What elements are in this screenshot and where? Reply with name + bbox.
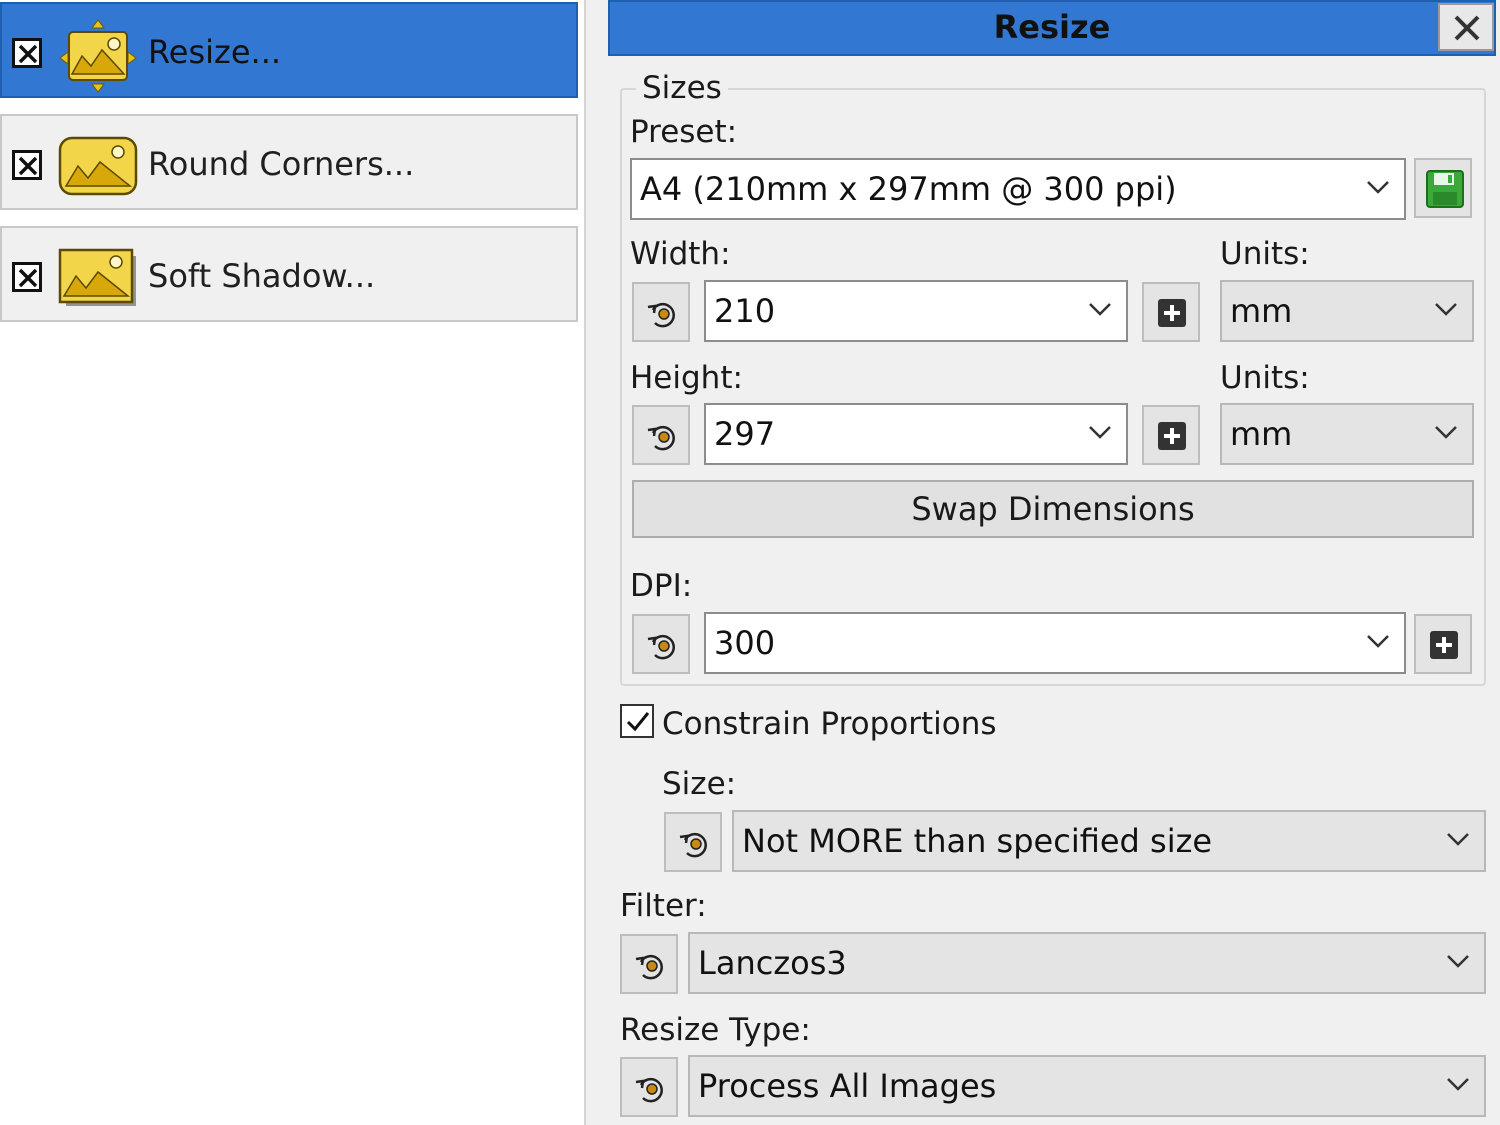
reset-height-button[interactable] (632, 405, 690, 465)
chevron-down-icon (1447, 1078, 1469, 1091)
resize-type-label: Resize Type: (620, 1012, 811, 1048)
height-add-button[interactable] (1142, 405, 1200, 465)
dpi-add-button[interactable] (1414, 614, 1472, 674)
close-icon (1454, 15, 1480, 41)
action-label: Round Corners... (148, 145, 415, 183)
filter-dropdown[interactable]: Lanczos3 (688, 932, 1486, 994)
resize-image-icon (58, 19, 138, 93)
reset-size-button[interactable] (664, 812, 722, 872)
chevron-down-icon (1089, 303, 1111, 316)
action-label: Soft Shadow... (148, 257, 376, 295)
size-mode-dropdown[interactable]: Not MORE than specified size (732, 810, 1486, 872)
reset-icon (647, 425, 675, 451)
action-enabled-checkbox[interactable] (12, 38, 42, 68)
width-units-value: mm (1230, 292, 1293, 330)
action-enabled-checkbox[interactable] (12, 150, 42, 180)
dpi-value: 300 (714, 624, 776, 662)
preset-dropdown[interactable]: A4 (210mm x 297mm @ 300 ppi) (630, 158, 1406, 220)
chevron-down-icon (1435, 426, 1457, 439)
height-units-label: Units: (1220, 360, 1310, 396)
resize-type-value: Process All Images (698, 1067, 997, 1105)
panel-title: Resize (993, 8, 1111, 46)
chevron-down-icon (1089, 426, 1111, 439)
size-mode-value: Not MORE than specified size (742, 822, 1213, 860)
chevron-down-icon (1435, 303, 1457, 316)
action-enabled-checkbox[interactable] (12, 262, 42, 292)
filter-value: Lanczos3 (698, 944, 847, 982)
filter-label: Filter: (620, 888, 707, 924)
action-item-resize[interactable]: Resize... (0, 2, 578, 98)
reset-icon (647, 302, 675, 328)
reset-resize-type-button[interactable] (620, 1057, 678, 1117)
swap-dimensions-label: Swap Dimensions (911, 490, 1195, 528)
panel-splitter[interactable] (584, 0, 604, 1125)
save-icon (1426, 170, 1464, 208)
action-item-round-corners[interactable]: Round Corners... (0, 114, 578, 210)
width-value: 210 (714, 292, 776, 330)
chevron-down-icon (1447, 833, 1469, 846)
height-value: 297 (714, 415, 776, 453)
reset-width-button[interactable] (632, 282, 690, 342)
plus-icon (1158, 299, 1186, 327)
chevron-down-icon (1367, 635, 1389, 648)
resize-type-dropdown[interactable]: Process All Images (688, 1055, 1486, 1117)
reset-icon (679, 832, 707, 858)
round-corners-image-icon (58, 136, 138, 196)
height-units-value: mm (1230, 415, 1293, 453)
reset-icon (647, 634, 675, 660)
chevron-down-icon (1367, 181, 1389, 194)
close-button[interactable] (1438, 3, 1494, 51)
soft-shadow-image-icon (58, 248, 138, 306)
constrain-proportions-checkbox[interactable] (620, 704, 654, 738)
width-add-button[interactable] (1142, 282, 1200, 342)
sizes-group-title: Sizes (636, 68, 728, 108)
height-units-dropdown[interactable]: mm (1220, 403, 1474, 465)
height-input[interactable]: 297 (704, 403, 1128, 465)
height-label: Height: (630, 360, 743, 396)
preset-label: Preset: (630, 114, 738, 150)
width-units-label: Units: (1220, 236, 1310, 272)
width-units-dropdown[interactable]: mm (1220, 280, 1474, 342)
dpi-input[interactable]: 300 (704, 612, 1406, 674)
chevron-down-icon (1447, 955, 1469, 968)
action-list: Resize... Round Corners... Soft Shadow..… (0, 0, 584, 1125)
action-label: Resize... (148, 33, 282, 71)
reset-icon (635, 1077, 663, 1103)
plus-icon (1158, 422, 1186, 450)
save-preset-button[interactable] (1414, 158, 1472, 218)
action-item-soft-shadow[interactable]: Soft Shadow... (0, 226, 578, 322)
swap-dimensions-button[interactable]: Swap Dimensions (632, 480, 1474, 538)
constrain-proportions-label[interactable]: Constrain Proportions (662, 704, 997, 744)
dpi-label: DPI: (630, 568, 693, 604)
preset-value: A4 (210mm x 297mm @ 300 ppi) (640, 170, 1177, 208)
reset-icon (635, 954, 663, 980)
reset-dpi-button[interactable] (632, 614, 690, 674)
reset-filter-button[interactable] (620, 934, 678, 994)
checkmark-icon (626, 712, 650, 732)
width-label: Width: (630, 236, 731, 272)
width-input[interactable]: 210 (704, 280, 1128, 342)
size-label: Size: (662, 766, 737, 802)
plus-icon (1430, 631, 1458, 659)
